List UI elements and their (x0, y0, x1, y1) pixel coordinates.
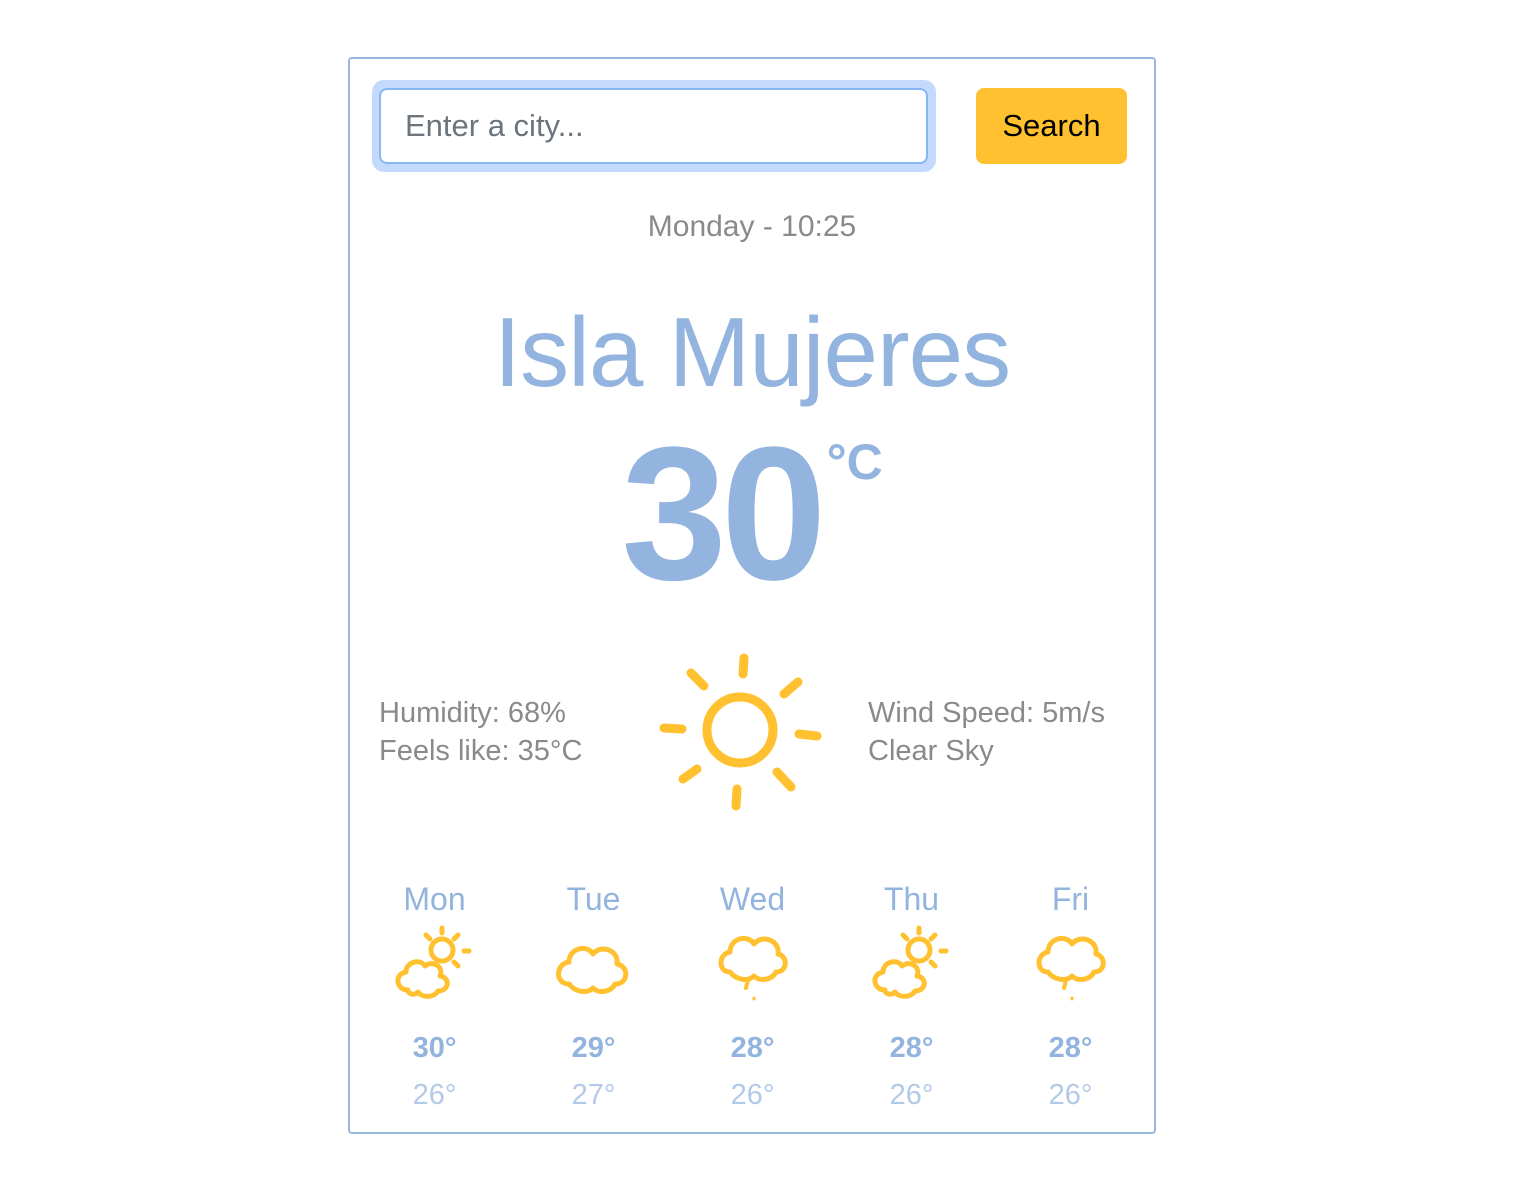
forecast-day: Thu 28° 26° (832, 878, 991, 1112)
temperature-value: 30 (621, 408, 826, 620)
forecast-day: Mon 30° 26° (355, 878, 514, 1112)
cloud-icon (555, 945, 628, 994)
forecast-max-temp: 28° (889, 1032, 934, 1064)
details-left: Humidity: 68% Feels like: 35°C (379, 694, 582, 770)
light-rain-cloud-icon (1036, 935, 1106, 1001)
forecast-day: Wed 28° 26° (673, 878, 832, 1112)
details-right: Wind Speed: 5m/s Clear Sky (868, 694, 1105, 770)
city-search-input[interactable] (379, 88, 928, 164)
forecast-day: Fri 28° 26° (991, 878, 1150, 1112)
forecast-max-temp: 29° (571, 1032, 616, 1064)
current-datetime: Monday - 10:25 (647, 210, 857, 243)
forecast-day-name: Tue (566, 881, 621, 917)
humidity-text: Humidity: 68% (379, 697, 566, 729)
feels-like-text: Feels like: 35°C (379, 735, 583, 767)
forecast-row: Mon 30° 26° Tue 29° 27° Wed 28° 26° Thu … (355, 878, 1151, 1112)
sun-icon (659, 653, 822, 811)
light-rain-cloud-icon (718, 935, 788, 1001)
forecast-day-name: Wed (719, 881, 786, 917)
partly-cloudy-icon (872, 925, 948, 999)
forecast-day-name: Fri (1051, 881, 1090, 917)
partly-cloudy-icon (395, 925, 471, 999)
forecast-min-temp: 26° (730, 1079, 775, 1111)
current-temperature: 30 °C (348, 405, 1156, 623)
city-name: Isla Mujeres (493, 297, 1011, 407)
forecast-max-temp: 28° (1048, 1032, 1093, 1064)
wind-speed-text: Wind Speed: 5m/s (868, 697, 1105, 729)
weather-description: Clear Sky (868, 735, 994, 767)
forecast-day-name: Mon (403, 881, 466, 917)
forecast-min-temp: 26° (1048, 1079, 1093, 1111)
forecast-min-temp: 26° (412, 1079, 457, 1111)
forecast-max-temp: 30° (412, 1032, 457, 1064)
forecast-max-temp: 28° (730, 1032, 775, 1064)
forecast-day-name: Thu (883, 881, 940, 917)
forecast-min-temp: 26° (889, 1079, 934, 1111)
forecast-day: Tue 29° 27° (514, 878, 673, 1112)
forecast-min-temp: 27° (571, 1079, 616, 1111)
temperature-unit: °C (826, 434, 883, 490)
search-button[interactable]: Search (976, 88, 1127, 164)
